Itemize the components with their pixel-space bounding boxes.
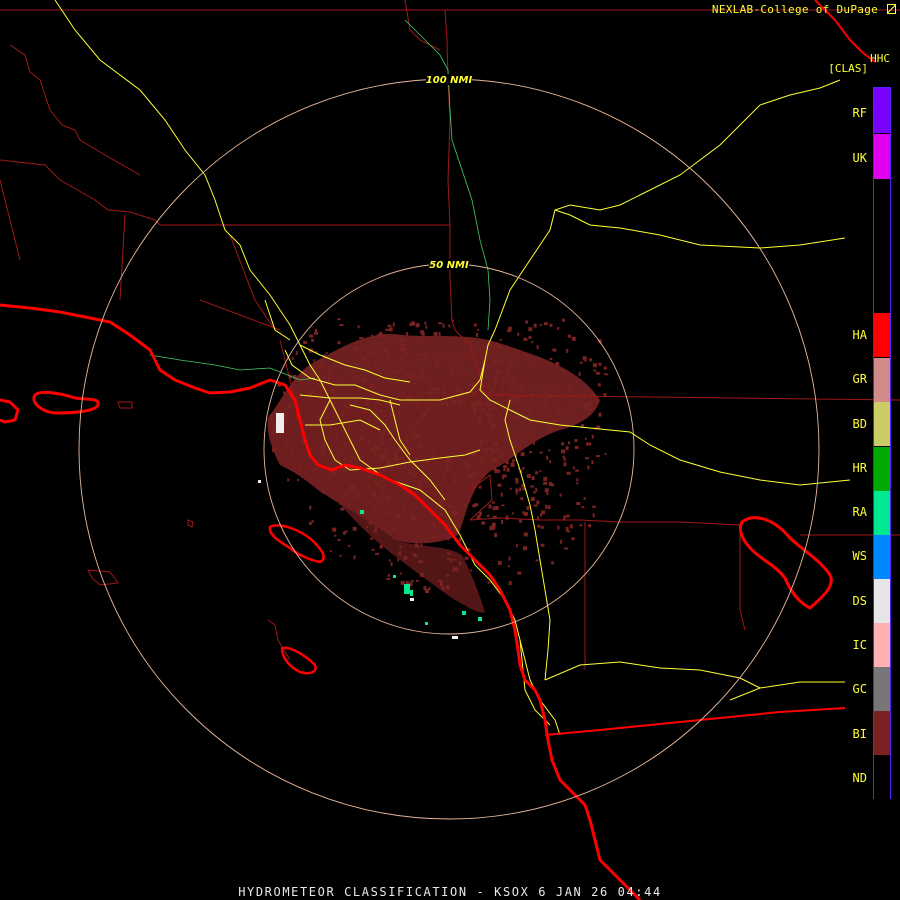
legend-label-ic: IC bbox=[852, 638, 867, 652]
legend-label-rf: RF bbox=[852, 106, 867, 120]
color-legend bbox=[873, 87, 891, 799]
legend-label-bi: BI bbox=[852, 727, 867, 741]
credit-text: NEXLAB-College of DuPage bbox=[711, 3, 879, 16]
radar-map: 100 NMI 50 NMI bbox=[0, 0, 900, 900]
resize-corner-icon[interactable] bbox=[887, 4, 896, 14]
legend-swatch-hr bbox=[874, 447, 890, 491]
legend-label-ra: RA bbox=[852, 505, 867, 519]
legend-swatch-bi bbox=[874, 711, 890, 755]
product-code: HHC bbox=[870, 52, 890, 65]
legend-swatch-ws bbox=[874, 535, 890, 579]
legend-swatch-rf bbox=[874, 88, 890, 133]
legend-swatch-gr bbox=[874, 358, 890, 402]
product-unit: [CLAS] bbox=[828, 62, 868, 75]
legend-label-ws: WS bbox=[852, 549, 867, 563]
legend-label-uk: UK bbox=[852, 151, 867, 165]
legend-label-bd: BD bbox=[852, 417, 867, 431]
credit-label: NEXLAB-College of DuPage bbox=[712, 4, 896, 16]
range-ring-label-50: 50 NMI bbox=[429, 260, 469, 271]
legend-swatch-ha bbox=[874, 313, 890, 357]
range-ring-label-100: 100 NMI bbox=[426, 75, 473, 86]
legend-label-gc: GC bbox=[852, 682, 867, 696]
product-title: HYDROMETEOR CLASSIFICATION - KSOX 6 JAN … bbox=[238, 885, 662, 899]
legend-swatch-nd bbox=[874, 755, 890, 799]
legend-label-gr: GR bbox=[852, 372, 867, 386]
legend-swatch-ic bbox=[874, 623, 890, 667]
legend-swatch-uk bbox=[874, 134, 890, 179]
legend-label-ha: HA bbox=[852, 328, 867, 342]
legend-swatch-gc bbox=[874, 667, 890, 711]
legend-swatch-bd bbox=[874, 402, 890, 446]
legend-swatch-ds bbox=[874, 579, 890, 623]
legend-label-hr: HR bbox=[852, 461, 867, 475]
legend-label-nd: ND bbox=[852, 771, 867, 785]
legend-label-ds: DS bbox=[852, 594, 867, 608]
legend-swatch-ra bbox=[874, 491, 890, 535]
